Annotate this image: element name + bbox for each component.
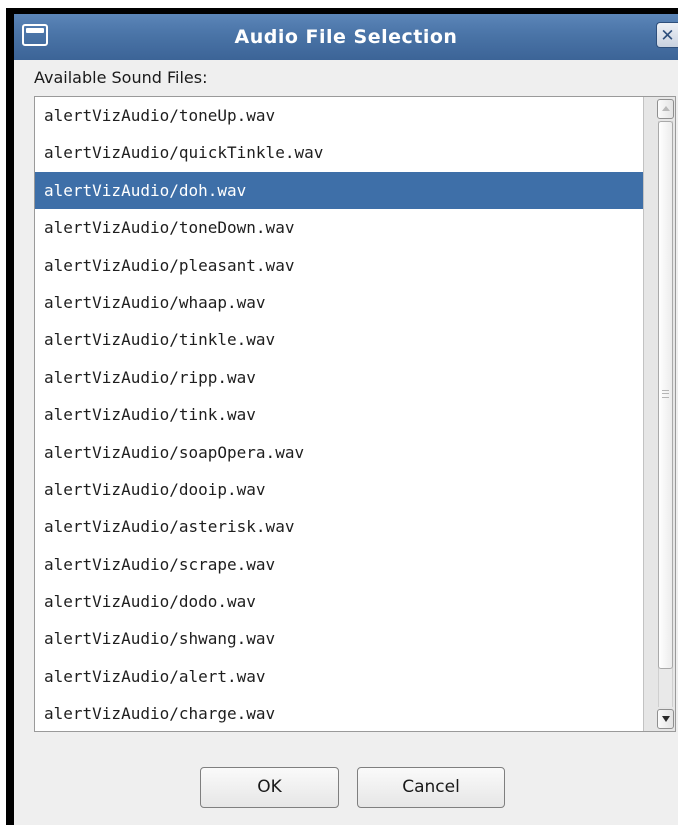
list-item[interactable]: alertVizAudio/scrape.wav <box>35 546 643 583</box>
dialog-window: Audio File Selection ✕ Available Sound F… <box>6 8 678 825</box>
list-item[interactable]: alertVizAudio/dooip.wav <box>35 471 643 508</box>
arrow-down-icon <box>662 716 670 722</box>
sound-file-list[interactable]: alertVizAudio/toneUp.wav alertVizAudio/qu… <box>34 96 676 732</box>
scroll-up-button[interactable] <box>657 99 674 119</box>
list-item[interactable]: alertVizAudio/whaap.wav <box>35 284 643 321</box>
list-item[interactable]: alertVizAudio/soapOpera.wav <box>35 434 643 471</box>
dialog-buttons: OK Cancel <box>14 767 678 809</box>
grip-icon <box>662 390 669 398</box>
window-title: Audio File Selection <box>234 26 458 48</box>
list-item[interactable]: alertVizAudio/dodo.wav <box>35 583 643 620</box>
list-item[interactable]: alertVizAudio/ripp.wav <box>35 359 643 396</box>
list-item[interactable]: alertVizAudio/tinkle.wav <box>35 321 643 358</box>
list-item[interactable]: alertVizAudio/charge.wav <box>35 695 643 731</box>
list-item[interactable]: alertVizAudio/quickTinkle.wav <box>35 134 643 171</box>
cancel-button[interactable]: Cancel <box>357 767 505 808</box>
list-item[interactable]: alertVizAudio/asterisk.wav <box>35 508 643 545</box>
list-item[interactable]: alertVizAudio/doh.wav <box>35 171 643 210</box>
vertical-scrollbar[interactable] <box>643 97 675 731</box>
scroll-down-button[interactable] <box>657 709 674 729</box>
list-items-container: alertVizAudio/toneUp.wav alertVizAudio/qu… <box>35 97 643 731</box>
available-files-label: Available Sound Files: <box>34 68 208 87</box>
scroll-thumb[interactable] <box>658 121 673 669</box>
ok-button[interactable]: OK <box>200 767 339 808</box>
list-item[interactable]: alertVizAudio/tink.wav <box>35 396 643 433</box>
list-item[interactable]: alertVizAudio/toneUp.wav <box>35 97 643 134</box>
list-item[interactable]: alertVizAudio/toneDown.wav <box>35 209 643 246</box>
dialog-body: Available Sound Files: alertVizAudio/ton… <box>14 60 678 825</box>
list-item[interactable]: alertVizAudio/pleasant.wav <box>35 247 643 284</box>
arrow-up-icon <box>662 106 670 111</box>
list-item[interactable]: alertVizAudio/alert.wav <box>35 658 643 695</box>
close-icon[interactable]: ✕ <box>656 22 678 48</box>
title-bar[interactable]: Audio File Selection ✕ <box>14 14 678 60</box>
list-item[interactable]: alertVizAudio/shwang.wav <box>35 620 643 657</box>
